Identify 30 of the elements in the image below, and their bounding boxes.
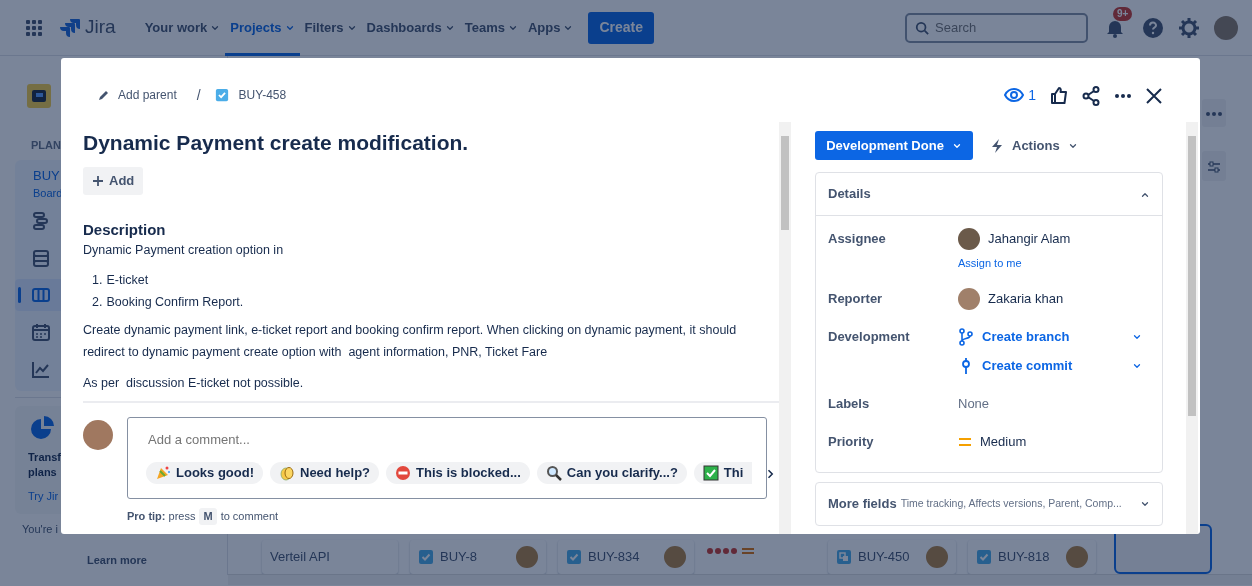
pro-tip-text: Pro tip: press — [127, 509, 196, 524]
description-paragraph: As per discussion E-ticket not possible. — [83, 375, 305, 393]
issue-title: Dynamic Payment create modification. — [83, 130, 470, 156]
field-label: Labels — [828, 395, 871, 413]
sidebar-footer-text: You're i — [22, 522, 58, 537]
field-label: Reporter — [828, 290, 884, 308]
more-fields-label: More fields — [828, 495, 897, 514]
section-heading: PLAN — [31, 138, 61, 153]
pro-tip-text: to comment — [220, 509, 279, 524]
breadcrumb-separator: / — [196, 85, 201, 105]
promo-title: Transf plans — [28, 449, 61, 480]
field-value: None — [958, 396, 990, 411]
description-text: Dynamic Payment creation option in — [83, 242, 285, 260]
description-heading: Description — [83, 220, 167, 241]
list-item-text: E-ticket — [106, 272, 149, 290]
details-heading: Details — [828, 185, 871, 204]
list-item-text: Booking Confirm Report. — [106, 294, 244, 312]
field-label: Priority — [828, 433, 875, 451]
list-number: 2. — [92, 294, 103, 312]
field-value: Medium — [980, 433, 1027, 451]
notification-count-badge: 9+ — [1113, 7, 1133, 22]
description-paragraph: Create dynamic payment link, e-ticket report and booking confirm report. When clicking on dynamic payment, it should redirect to dynamic payment create option with agent information, PNR, Ticket Fare — [83, 322, 738, 362]
keyboard-key: M — [199, 508, 217, 525]
field-label: Assignee — [828, 230, 887, 248]
more-fields-summary: Time tracking, Affects versions, Parent, Comp... — [900, 496, 1123, 512]
card-title: Verteil API — [270, 548, 330, 567]
person-name: Zakaria khan — [988, 290, 1064, 308]
field-label: Development — [828, 328, 911, 346]
list-number: 1. — [92, 272, 103, 290]
person-name: Jahangir Alam — [988, 230, 1071, 248]
